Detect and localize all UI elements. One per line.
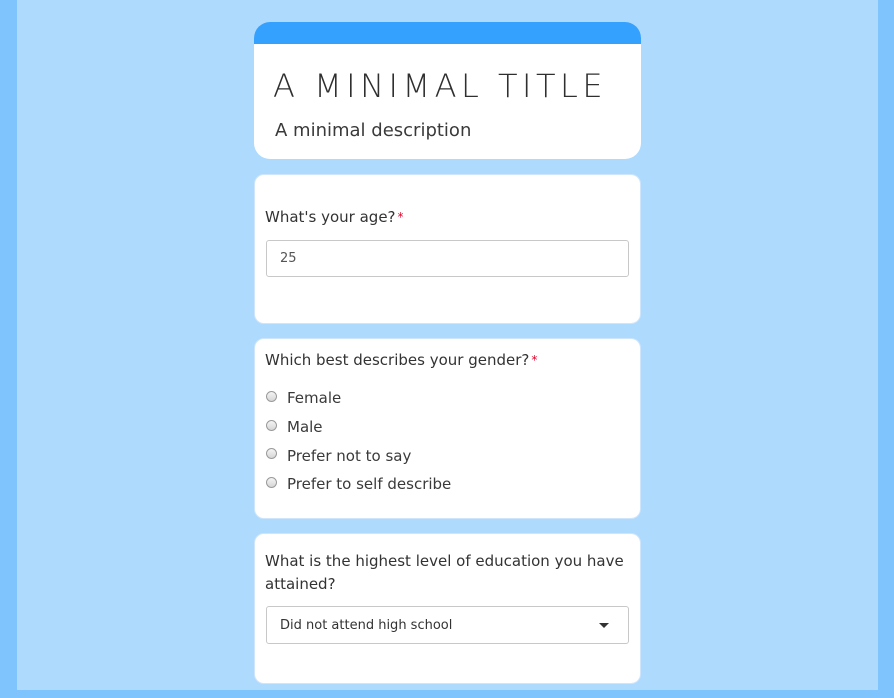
radio-button[interactable] bbox=[266, 390, 277, 402]
required-marker: * bbox=[397, 210, 404, 224]
option-label: Prefer not to say bbox=[287, 446, 412, 465]
education-selected-value: Did not attend high school bbox=[280, 617, 453, 633]
gender-option-prefer-not-to-say[interactable]: Prefer not to say bbox=[266, 441, 451, 470]
caret-down-icon bbox=[599, 622, 609, 628]
form-column: A MINIMAL TITLE A minimal description Wh… bbox=[254, 22, 641, 698]
option-label: Female bbox=[287, 389, 342, 408]
radio-button[interactable] bbox=[266, 419, 277, 431]
form-description: A minimal description bbox=[275, 120, 472, 141]
education-select[interactable]: Did not attend high school bbox=[266, 606, 629, 644]
gender-option-female[interactable]: Female bbox=[266, 384, 451, 413]
education-question-label: What is the highest level of education y… bbox=[265, 552, 624, 593]
radio-button[interactable] bbox=[266, 448, 277, 460]
gender-option-self-describe[interactable]: Prefer to self describe bbox=[266, 470, 451, 499]
gender-options: Female Male Prefer not to say Prefer to … bbox=[266, 384, 451, 499]
age-question-card: What's your age? * bbox=[254, 174, 641, 324]
option-label: Male bbox=[287, 418, 323, 437]
gender-question-label: Which best describes your gender? * bbox=[265, 349, 537, 372]
option-label: Prefer to self describe bbox=[287, 475, 452, 494]
form-header-card: A MINIMAL TITLE A minimal description bbox=[254, 22, 641, 159]
age-question-label: What's your age? * bbox=[265, 206, 404, 229]
education-question-card: What is the highest level of education y… bbox=[254, 533, 641, 684]
gender-question-card: Which best describes your gender? * Femal… bbox=[254, 338, 641, 519]
gender-question-text: Which best describes your gender? bbox=[265, 351, 530, 369]
page-background: A MINIMAL TITLE A minimal description Wh… bbox=[17, 0, 878, 690]
header-accent-bar bbox=[254, 22, 641, 44]
gender-option-male[interactable]: Male bbox=[266, 413, 451, 442]
age-question-text: What's your age? bbox=[265, 208, 396, 226]
form-title: A MINIMAL TITLE bbox=[273, 67, 608, 105]
age-input[interactable] bbox=[266, 240, 629, 277]
radio-button[interactable] bbox=[266, 476, 277, 488]
required-marker: * bbox=[531, 353, 538, 367]
